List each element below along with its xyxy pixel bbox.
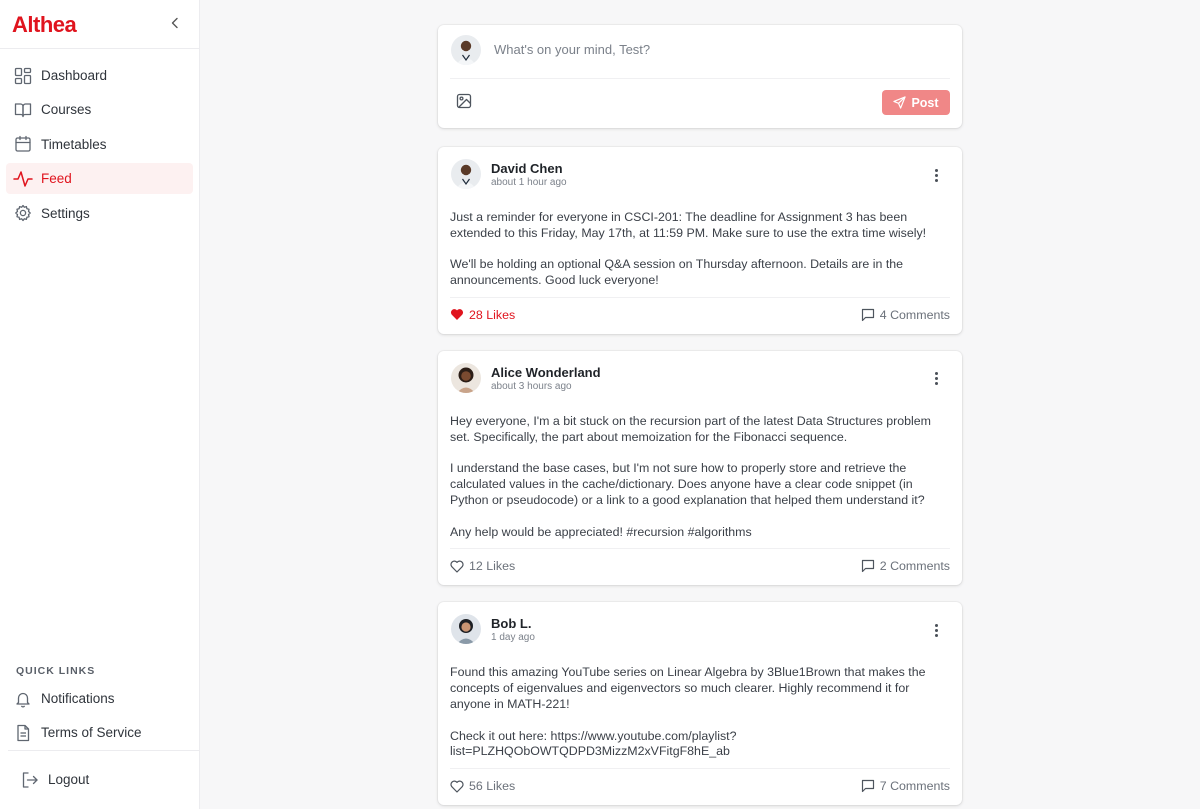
document-icon [13, 723, 33, 743]
quick-link-notifications[interactable]: Notifications [6, 683, 193, 714]
sidebar-divider [8, 750, 199, 751]
collapse-sidebar-button[interactable] [166, 14, 184, 32]
like-button[interactable]: 56 Likes [450, 779, 515, 793]
comments-button[interactable]: 7 Comments [861, 779, 950, 793]
bell-icon [13, 689, 33, 709]
post-header: Alice Wonderland about 3 hours ago [450, 362, 950, 399]
quick-link-label: Terms of Service [41, 725, 142, 741]
comment-icon [861, 560, 874, 573]
sidebar-item-feed[interactable]: Feed [6, 163, 193, 195]
image-icon[interactable] [456, 93, 474, 111]
post-composer: Post [438, 25, 962, 128]
feed-post: David Chen about 1 hour ago Just a remin… [438, 147, 962, 334]
comment-icon [861, 780, 874, 793]
heart-outline-icon [450, 560, 464, 573]
comment-icon [861, 308, 874, 322]
sidebar-item-label: Timetables [41, 136, 107, 152]
more-options-icon[interactable] [928, 620, 944, 640]
like-button[interactable]: 12 Likes [450, 559, 515, 573]
logout-item[interactable]: Logout [12, 764, 192, 795]
post-button-label: Post [911, 95, 939, 110]
sidebar-item-label: Courses [41, 102, 92, 118]
post-author[interactable]: David Chen [491, 161, 563, 176]
sidebar-item-courses[interactable]: Courses [6, 94, 193, 125]
post-button[interactable]: Post [882, 90, 950, 115]
sidebar-item-label: Dashboard [41, 68, 108, 83]
post-timestamp: 1 day ago [491, 632, 535, 644]
heart-outline-icon [450, 780, 464, 793]
chevron-left-icon [171, 17, 178, 29]
book-icon [13, 100, 33, 120]
post-author[interactable]: Bob L. [491, 616, 531, 631]
comment-count: 7 Comments [879, 779, 950, 794]
feed-post: Alice Wonderland about 3 hours ago Hey e… [438, 350, 962, 586]
post-body: Just a reminder for everyone in CSCI-201… [450, 210, 927, 288]
like-count: 56 Likes [469, 779, 516, 794]
post-body: Found this amazing YouTube series on Lin… [450, 665, 926, 759]
quick-links: Notifications Terms of Service [6, 683, 193, 752]
sidebar-item-label: Settings [41, 205, 90, 221]
feed: Post David Chen about 1 hour ago Just a … [438, 25, 962, 806]
sidebar: Althea Dashboard Courses Timetables Feed… [0, 0, 200, 809]
quick-link-label: Notifications [41, 691, 115, 706]
sidebar-item-settings[interactable]: Settings [6, 198, 193, 229]
activity-icon [13, 169, 33, 189]
grid-icon [13, 66, 33, 86]
post-footer: 12 Likes 2 Comments [450, 548, 950, 585]
post-timestamp: about 3 hours ago [491, 380, 572, 392]
sidebar-item-dashboard[interactable]: Dashboard [6, 60, 193, 91]
like-count: 28 Likes [469, 307, 516, 322]
calendar-icon [13, 134, 33, 154]
comment-count: 4 Comments [879, 307, 950, 322]
sidebar-item-label: Feed [41, 171, 72, 187]
composer-divider [450, 78, 950, 79]
logout-label: Logout [48, 772, 90, 787]
post-footer: 56 Likes 7 Comments [450, 768, 950, 805]
heart-filled-icon [450, 309, 464, 321]
sidebar-item-timetables[interactable]: Timetables [6, 129, 193, 160]
brand-logo[interactable]: Althea [12, 12, 77, 38]
like-count: 12 Likes [469, 559, 516, 574]
feed-post: Bob L. 1 day ago Found this amazing YouT… [438, 602, 962, 806]
post-composer-input[interactable] [494, 39, 934, 59]
more-options-icon[interactable] [928, 369, 944, 389]
send-icon [893, 96, 907, 109]
gear-icon [13, 203, 33, 223]
post-body: Hey everyone, I'm a bit stuck on the rec… [450, 413, 932, 539]
post-header: Bob L. 1 day ago [450, 614, 950, 650]
post-header: David Chen about 1 hour ago [450, 159, 950, 195]
quick-links-title: QUICK LINKS [16, 665, 96, 677]
comment-count: 2 Comments [879, 559, 950, 574]
post-author[interactable]: Alice Wonderland [491, 365, 601, 380]
avatar[interactable] [451, 362, 481, 393]
like-button[interactable]: 28 Likes [450, 308, 515, 322]
logout-icon [20, 770, 40, 790]
comments-button[interactable]: 2 Comments [861, 559, 950, 573]
sidebar-divider [0, 48, 199, 49]
logout-button[interactable]: Logout [12, 764, 192, 798]
quick-link-terms[interactable]: Terms of Service [6, 717, 193, 748]
avatar [451, 35, 481, 65]
post-timestamp: about 1 hour ago [491, 177, 567, 188]
more-options-icon[interactable] [928, 165, 944, 185]
comments-button[interactable]: 4 Comments [861, 308, 950, 322]
post-footer: 28 Likes 4 Comments [450, 296, 950, 334]
avatar[interactable] [451, 614, 481, 645]
avatar[interactable] [451, 159, 481, 189]
sidebar-nav: Dashboard Courses Timetables Feed Settin… [6, 60, 193, 232]
